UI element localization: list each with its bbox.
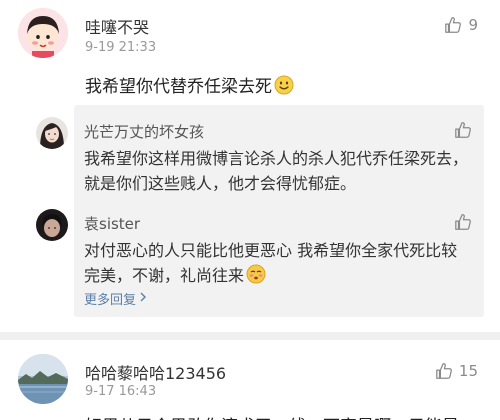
avatar[interactable] [18, 8, 68, 58]
reply-text: 对付恶心的人只能比他更恶心 我希望你全家代死比较完美，不谢，礼尚往来 [84, 238, 472, 288]
avatar[interactable] [36, 117, 68, 149]
comment-username[interactable]: 哈哈藜哈哈123456 [85, 360, 226, 384]
reply-item: 光芒万丈的坏女孩 我希望你这样用微博言论杀人的杀人犯代乔任梁死去，就是你们这些贱… [36, 113, 484, 205]
comment-text-content: 我希望你代替乔任梁去死 [85, 77, 272, 97]
comment-username[interactable]: 哇噻不哭 [85, 14, 149, 38]
reply-section: 光芒万丈的坏女孩 我希望你这样用微博言论杀人的杀人犯代乔任梁死去，就是你们这些贱… [36, 105, 484, 317]
comment-text: 我希望你代替乔任梁去死 [85, 72, 294, 97]
comment-text: 好男儿只会果敢你滚求了一线，下家是啊，只能是 [85, 412, 459, 420]
like-button[interactable]: 15 [435, 362, 478, 380]
divider [0, 332, 500, 340]
avatar[interactable] [36, 209, 68, 241]
thumbs-up-icon [454, 121, 472, 139]
blush-emoji-icon [246, 264, 266, 284]
chevron-right-icon [139, 291, 147, 306]
comment-item: 哇噻不哭 9-19 21:33 9 我希望你代替乔任梁去死 光芒万丈的坏女孩 我… [0, 0, 500, 332]
reply-text-content: 对付恶心的人只能比他更恶心 我希望你全家代死比较完美，不谢，礼尚往来 [84, 241, 458, 285]
avatar[interactable] [18, 354, 68, 404]
thumbs-up-icon [444, 16, 462, 34]
reply-username[interactable]: 光芒万丈的坏女孩 [84, 121, 204, 142]
comment-time: 9-19 21:33 [85, 40, 157, 55]
like-button[interactable]: 9 [444, 16, 478, 34]
like-count: 9 [468, 16, 478, 34]
reply-text: 我希望你这样用微博言论杀人的杀人犯代乔任梁死去，就是你们这些贱人，他才会得忧郁症… [84, 149, 469, 193]
thumbs-up-icon [454, 213, 472, 231]
weibo-comment-list: 哇噻不哭 9-19 21:33 9 我希望你代替乔任梁去死 光芒万丈的坏女孩 我… [0, 0, 500, 420]
like-button[interactable] [454, 121, 472, 139]
reply-item: 袁sister 对付恶心的人只能比他更恶心 我希望你全家代死比较完美，不谢，礼尚… [36, 205, 484, 295]
more-replies-link[interactable]: 更多回复 [84, 289, 147, 308]
like-button[interactable] [454, 213, 472, 231]
like-count: 15 [458, 362, 478, 380]
comment-item: 哈哈藜哈哈123456 9-17 16:43 15 好男儿只会果敢你滚求了一线，… [0, 340, 500, 420]
thumbs-up-icon [435, 362, 453, 380]
comment-time: 9-17 16:43 [85, 384, 157, 399]
more-replies-label: 更多回复 [84, 293, 137, 308]
reply-username[interactable]: 袁sister [84, 213, 140, 234]
smile-emoji-icon [274, 75, 294, 95]
